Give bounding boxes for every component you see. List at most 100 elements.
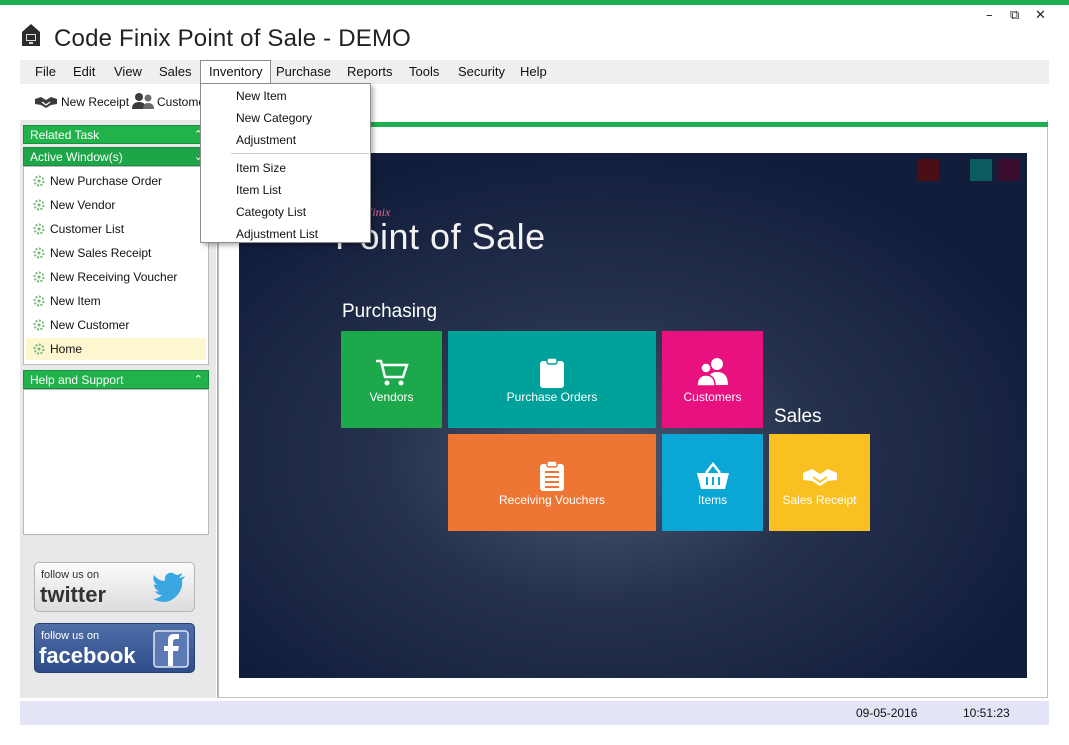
task-label: Home [50, 342, 83, 356]
users-icon [695, 358, 728, 387]
tile-customers[interactable]: Customers [662, 331, 763, 428]
active-windows-header[interactable]: Active Window(s) ⌄ [23, 147, 209, 166]
menu-bar: File Edit View Sales Inventory Purchase … [20, 60, 1049, 84]
app-house-icon [22, 24, 40, 46]
menuitem-new-category[interactable]: New Category [202, 107, 369, 129]
inventory-dropdown: New Item New Category Adjustment Item Si… [200, 83, 371, 243]
task-label: New Receiving Voucher [50, 270, 178, 284]
task-new-customer[interactable]: New Customer [26, 314, 206, 336]
gear-icon [33, 199, 45, 211]
content-accent-line [369, 122, 1048, 127]
menu-inventory[interactable]: Inventory [200, 60, 272, 84]
menu-view[interactable]: View [106, 60, 150, 84]
tile-label: Vendors [369, 390, 414, 404]
gear-icon [33, 343, 45, 355]
gear-icon [33, 295, 45, 307]
new-receipt-label: New Receipt [61, 95, 130, 109]
handshake-icon [35, 97, 57, 108]
collapse-icon: ⌃ [193, 374, 203, 386]
tile-items[interactable]: Items [662, 434, 763, 531]
task-label: Customer List [50, 222, 125, 236]
new-receipt-button[interactable]: New Receipt [34, 90, 129, 114]
gear-icon [33, 247, 45, 259]
purchasing-title: Purchasing [342, 301, 438, 322]
related-task-label: Related Task [30, 128, 100, 142]
facebook-button[interactable]: follow us on facebook [34, 623, 195, 673]
status-time: 10:51:23 [963, 706, 1010, 720]
status-bar: 09-05-2016 10:51:23 [20, 701, 1049, 725]
menuitem-adjustment[interactable]: Adjustment [202, 129, 369, 151]
status-date: 09-05-2016 [856, 706, 918, 720]
help-support-header[interactable]: Help and Support ⌃ [23, 370, 209, 389]
related-task-header[interactable]: Related Task ⌃ [23, 125, 209, 144]
task-label: New Purchase Order [50, 174, 163, 188]
tile-purchase-orders[interactable]: Purchase Orders [448, 331, 656, 428]
task-label: New Item [50, 294, 101, 308]
task-new-purchase-order[interactable]: New Purchase Order [26, 170, 206, 192]
twitter-button[interactable]: follow us on twitter [34, 562, 195, 612]
active-windows-list: New Purchase Order New Vendor Customer L… [23, 166, 209, 365]
tile-label: Items [697, 493, 728, 507]
menu-tools[interactable]: Tools [401, 60, 447, 84]
task-new-vendor[interactable]: New Vendor [26, 194, 206, 216]
users-icon [132, 93, 154, 109]
gear-icon [33, 271, 45, 283]
app-title: Code Finix Point of Sale - DEMO [54, 25, 412, 52]
menuitem-item-size[interactable]: Item Size [202, 157, 369, 179]
basket-icon [696, 462, 729, 489]
menu-security[interactable]: Security [450, 60, 513, 84]
task-new-item[interactable]: New Item [26, 290, 206, 312]
menu-separator [231, 153, 369, 154]
task-customer-list[interactable]: Customer List [26, 218, 206, 240]
menu-edit[interactable]: Edit [65, 60, 103, 84]
menuitem-category-list[interactable]: Categoty List [202, 201, 369, 223]
help-support-body [23, 389, 209, 535]
tile-label: Customers [683, 390, 742, 404]
twitter-bird-icon [153, 572, 185, 602]
gear-icon [33, 175, 45, 187]
twitter-line1: follow us on [41, 569, 100, 581]
theme-square[interactable] [970, 159, 992, 181]
tile-receiving-vouchers[interactable]: Receiving Vouchers [448, 434, 656, 531]
task-label: New Sales Receipt [50, 246, 152, 260]
list-icon [540, 460, 564, 491]
menu-reports[interactable]: Reports [339, 60, 401, 84]
tile-label: Purchase Orders [506, 390, 598, 404]
cart-icon [375, 359, 409, 386]
task-label: New Customer [50, 318, 130, 332]
help-support-label: Help and Support [30, 373, 124, 387]
menuitem-new-item[interactable]: New Item [202, 85, 369, 107]
menu-file[interactable]: File [27, 60, 64, 84]
menu-purchase[interactable]: Purchase [268, 60, 339, 84]
menu-help[interactable]: Help [512, 60, 555, 84]
theme-square[interactable] [997, 159, 1019, 181]
theme-square[interactable] [917, 159, 939, 181]
customer-button[interactable]: Customer [131, 90, 209, 114]
task-new-sales-receipt[interactable]: New Sales Receipt [26, 242, 206, 264]
title-bar: Code Finix Point of Sale - DEMO – ⧉ ✕ [0, 5, 1069, 60]
handshake-icon [802, 469, 837, 486]
tile-label: Receiving Vouchers [498, 493, 606, 507]
minimize-button[interactable]: – [986, 8, 993, 23]
facebook-f-icon [153, 630, 189, 668]
restore-button[interactable]: ⧉ [1010, 8, 1019, 23]
left-panel: Related Task ⌃ Active Window(s) ⌄ New Pu… [20, 120, 216, 698]
task-new-receiving-voucher[interactable]: New Receiving Voucher [26, 266, 206, 288]
gear-icon [33, 319, 45, 331]
gear-icon [33, 223, 45, 235]
facebook-line1: follow us on [41, 630, 100, 642]
menuitem-adjustment-list[interactable]: Adjustment List [202, 223, 369, 245]
sales-title: Sales [774, 406, 822, 427]
menu-sales[interactable]: Sales [151, 60, 200, 84]
task-label: New Vendor [50, 198, 116, 212]
twitter-line2: twitter [40, 582, 106, 607]
tile-label: Sales Receipt [782, 493, 857, 507]
close-button[interactable]: ✕ [1035, 8, 1046, 23]
task-home[interactable]: Home [26, 338, 206, 360]
tile-vendors[interactable]: Vendors [341, 331, 442, 428]
tile-sales-receipt[interactable]: Sales Receipt [769, 434, 870, 531]
menuitem-item-list[interactable]: Item List [202, 179, 369, 201]
facebook-line2: facebook [39, 643, 136, 668]
toolbar: New Receipt Customer [20, 88, 1049, 116]
active-windows-label: Active Window(s) [30, 150, 123, 164]
